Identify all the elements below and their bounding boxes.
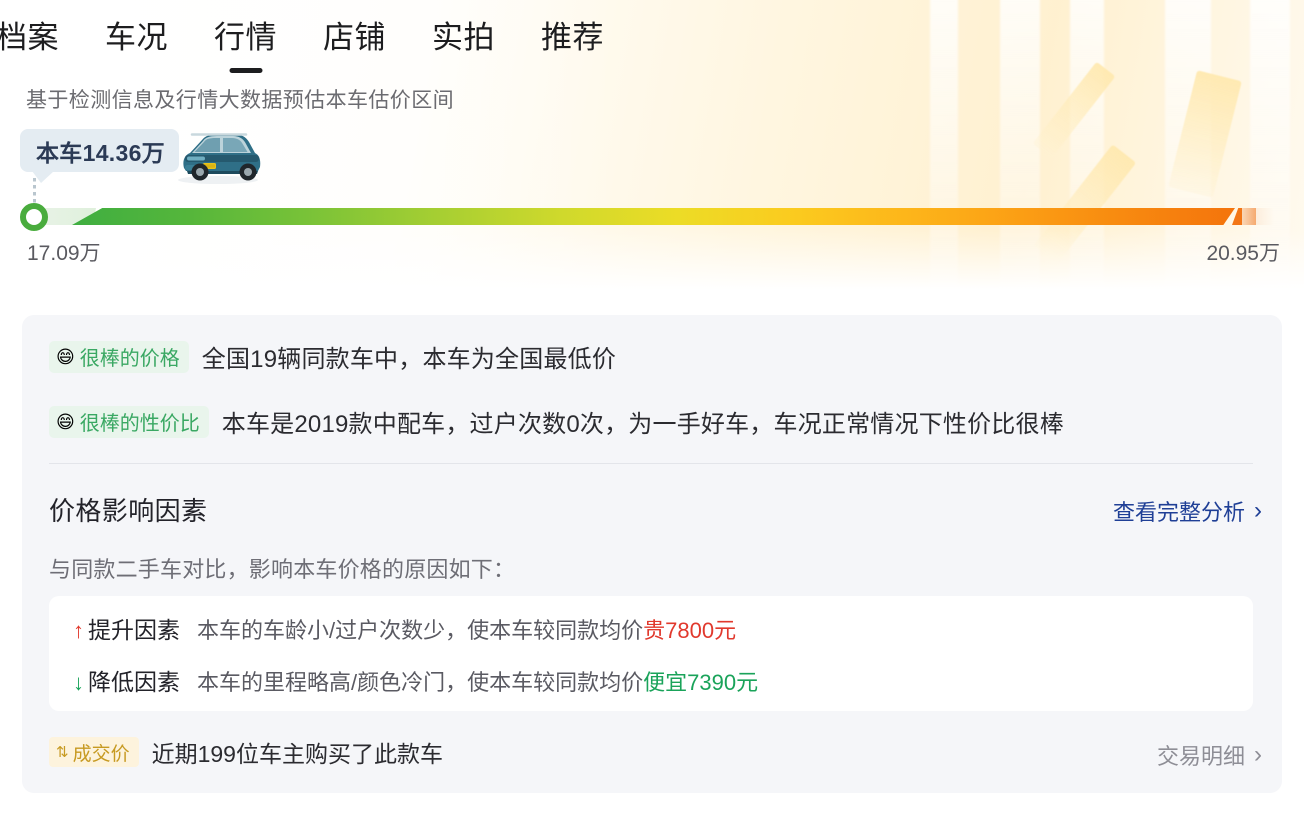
tab-dangan[interactable]: 档案 [0, 12, 82, 57]
verdict-text: 全国19辆同款车中，本车为全国最低价 [201, 346, 617, 373]
tab-label: 推荐 [541, 19, 604, 55]
price-bar-tail [1242, 208, 1274, 225]
verdict-row-price: 😄 很棒的价格 全国19辆同款车中，本车为全国最低价 [49, 339, 616, 374]
view-full-analysis-label: 查看完整分析 [1112, 500, 1245, 525]
factor-description: 本车的里程略高/颜色冷门，使本车较同款均价 [197, 670, 644, 695]
background-streak [1033, 144, 1137, 264]
deal-price-row: ⇅ 成交价 近期199位车主购买了此款车 [49, 735, 443, 769]
tab-tuijian[interactable]: 推荐 [518, 12, 627, 57]
background-streak [1168, 70, 1242, 198]
verdict-tag-great-value: 😄 很棒的性价比 [49, 405, 209, 438]
factor-row-increase: ↑ 提升因素 本车的车龄小/过户次数少，使本车较同款均价 贵7800元 [73, 611, 736, 645]
tab-hangqing[interactable]: 行情 [191, 12, 300, 73]
price-bar-gradient [72, 208, 1235, 225]
background-fade [0, 230, 1304, 300]
deal-price-tag-label: 成交价 [72, 743, 130, 765]
exchange-icon: ⇅ [56, 743, 69, 761]
card-divider [49, 463, 1253, 464]
tab-shipai[interactable]: 实拍 [409, 12, 518, 57]
current-price-bubble: 本车14.36万 [20, 129, 179, 183]
background-streak [1032, 61, 1116, 159]
grin-emoji-icon: 😄 [56, 346, 75, 367]
price-factors-title: 价格影响因素 [49, 496, 208, 526]
estimate-subtitle: 基于检测信息及行情大数据预估本车估价区间 [26, 89, 454, 112]
verdict-tag-label: 很棒的价格 [79, 348, 180, 370]
transaction-detail-link[interactable]: 交易明细 › [1157, 739, 1262, 771]
price-analysis-card: 😄 很棒的价格 全国19辆同款车中，本车为全国最低价 😄 很棒的性价比 本车是2… [22, 315, 1282, 793]
market-price-page: 档案 车况 行情 店铺 实拍 推荐 基于检测信息及行情大数据预估本车估价区间 本… [0, 0, 1304, 816]
verdict-tag-great-price: 😄 很棒的价格 [49, 340, 189, 373]
tab-label: 店铺 [323, 19, 386, 55]
current-price-marker [20, 203, 48, 231]
deal-summary-text: 近期199位车主购买了此款车 [151, 741, 443, 767]
factor-amount: 贵7800元 [643, 618, 737, 643]
factor-label: 提升因素 [88, 617, 180, 643]
verdict-row-value: 😄 很棒的性价比 本车是2019款中配车，过户次数0次，为一手好车，车况正常情况… [49, 404, 1064, 439]
tab-active-indicator [229, 67, 262, 73]
price-factor-panel: ↑ 提升因素 本车的车龄小/过户次数少，使本车较同款均价 贵7800元 ↓ 降低… [49, 596, 1253, 711]
factor-amount: 便宜7390元 [643, 670, 759, 695]
chevron-right-icon: › [1254, 497, 1262, 524]
deal-price-tag: ⇅ 成交价 [49, 737, 139, 767]
compare-note: 与同款二手车对比，影响本车价格的原因如下： [49, 557, 516, 582]
car-image [178, 133, 261, 184]
chevron-right-icon: › [1254, 741, 1262, 768]
tab-label: 车况 [105, 19, 168, 55]
current-price-label: 本车14.36万 [36, 139, 165, 166]
price-range-low: 17.09万 [27, 242, 101, 265]
tab-label: 行情 [214, 19, 277, 55]
verdict-tag-label: 很棒的性价比 [79, 413, 200, 435]
factor-row-decrease: ↓ 降低因素 本车的里程略高/颜色冷门，使本车较同款均价 便宜7390元 [73, 663, 758, 697]
arrow-up-icon: ↑ [73, 618, 84, 643]
factor-label: 降低因素 [88, 669, 180, 695]
verdict-text: 本车是2019款中配车，过户次数0次，为一手好车，车况正常情况下性价比很棒 [221, 411, 1064, 438]
transaction-detail-label: 交易明细 [1156, 744, 1245, 769]
arrow-down-icon: ↓ [73, 670, 84, 695]
tab-label: 实拍 [432, 19, 495, 55]
factor-description: 本车的车龄小/过户次数少，使本车较同款均价 [197, 618, 644, 643]
grin-emoji-icon: 😄 [56, 411, 75, 432]
price-range-high: 20.95万 [1206, 242, 1280, 265]
tab-label: 档案 [0, 19, 59, 55]
view-full-analysis-link[interactable]: 查看完整分析 › [1113, 495, 1262, 527]
tab-dianpu[interactable]: 店铺 [300, 12, 409, 57]
price-range-bar [20, 206, 1284, 228]
tab-chekuang[interactable]: 车况 [82, 12, 191, 57]
tab-bar: 档案 车况 行情 店铺 实拍 推荐 [0, 0, 1304, 73]
